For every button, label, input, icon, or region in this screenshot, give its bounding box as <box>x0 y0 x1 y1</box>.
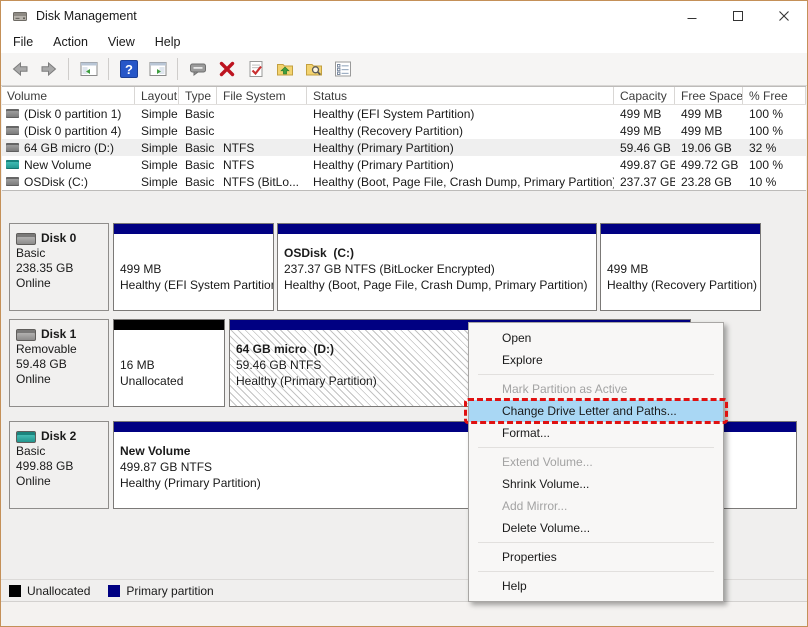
menu-item-extend-volume: Extend Volume... <box>502 455 593 469</box>
menu-separator <box>478 571 714 572</box>
help-icon[interactable]: ? <box>116 57 141 82</box>
folder-search-icon[interactable] <box>301 57 326 82</box>
column-header-volume[interactable]: Volume <box>2 87 135 104</box>
disk-icon <box>16 430 36 443</box>
primary-partition-band <box>278 224 596 234</box>
menu-item-properties[interactable]: Properties <box>469 546 723 568</box>
partition-efi-system[interactable]: 499 MB Healthy (EFI System Partition) <box>113 223 274 311</box>
disk0-label-panel[interactable]: Disk 0 Basic 238.35 GB Online <box>9 223 109 311</box>
menu-item-help[interactable]: Help <box>469 575 723 597</box>
primary-partition-swatch <box>108 584 121 597</box>
checklist-icon[interactable] <box>330 57 355 82</box>
toolbar: ? <box>1 53 807 86</box>
table-row-disk0-partition4[interactable]: (Disk 0 partition 4) Simple Basic Health… <box>2 122 806 139</box>
column-header-free-space[interactable]: Free Space <box>675 87 743 104</box>
menu-item-open[interactable]: Open <box>469 327 723 349</box>
window-title: Disk Management <box>36 9 137 23</box>
volume-icon <box>6 177 19 186</box>
menu-help[interactable]: Help <box>145 32 191 52</box>
column-header-capacity[interactable]: Capacity <box>614 87 675 104</box>
partition-osdisk-c[interactable]: OSDisk (C:) 237.37 GB NTFS (BitLocker En… <box>277 223 597 311</box>
disk-management-app-icon <box>12 8 28 24</box>
delete-icon[interactable] <box>214 57 239 82</box>
context-menu: Open Explore Mark Partition as Active Ch… <box>464 322 728 602</box>
action-pane-icon[interactable] <box>145 57 170 82</box>
disk-icon <box>16 232 36 245</box>
title-bar: Disk Management <box>1 1 807 31</box>
svg-text:?: ? <box>125 62 133 77</box>
check-document-icon[interactable] <box>243 57 268 82</box>
back-icon[interactable] <box>7 57 32 82</box>
unallocated-band <box>114 320 224 330</box>
menu-bar: File Action View Help <box>1 31 807 53</box>
menu-item-add-mirror: Add Mirror... <box>502 499 568 513</box>
volume-icon <box>6 126 19 135</box>
volume-icon <box>6 109 19 118</box>
status-bar <box>1 601 807 626</box>
menu-separator <box>478 542 714 543</box>
menu-separator <box>478 447 714 448</box>
forward-icon[interactable] <box>36 57 61 82</box>
menu-item-delete-volume[interactable]: Delete Volume... <box>469 517 723 539</box>
close-button[interactable] <box>761 1 807 31</box>
disk-management-window: Disk Management File Action View Help ? … <box>0 0 808 627</box>
tooltip-icon[interactable] <box>185 57 210 82</box>
menu-item-explore[interactable]: Explore <box>469 349 723 371</box>
toolbar-separator <box>177 58 178 80</box>
menu-item-format[interactable]: Format... <box>469 422 723 444</box>
unallocated-swatch <box>9 584 21 597</box>
column-header-status[interactable]: Status <box>307 87 614 104</box>
console-tree-icon[interactable] <box>76 57 101 82</box>
folder-up-icon[interactable] <box>272 57 297 82</box>
menu-separator <box>478 374 714 375</box>
legend-primary-label: Primary partition <box>126 583 214 598</box>
table-row-64gb-micro-d[interactable]: 64 GB micro (D:) Simple Basic NTFS Healt… <box>2 139 806 156</box>
volume-icon <box>6 143 19 152</box>
partition-unallocated[interactable]: 16 MB Unallocated <box>113 319 225 407</box>
menu-view[interactable]: View <box>98 32 145 52</box>
column-header-type[interactable]: Type <box>179 87 217 104</box>
column-header-file-system[interactable]: File System <box>217 87 307 104</box>
toolbar-separator <box>108 58 109 80</box>
column-header-layout[interactable]: Layout <box>135 87 179 104</box>
menu-item-mark-partition-active: Mark Partition as Active <box>502 382 628 396</box>
disk2-label-panel[interactable]: Disk 2 Basic 499.88 GB Online <box>9 421 109 509</box>
disk-row-0: Disk 0 Basic 238.35 GB Online 499 MB Hea… <box>9 223 797 311</box>
primary-partition-band <box>601 224 760 234</box>
menu-item-shrink-volume[interactable]: Shrink Volume... <box>469 473 723 495</box>
table-row-disk0-partition1[interactable]: (Disk 0 partition 1) Simple Basic Health… <box>2 105 806 122</box>
table-row-new-volume[interactable]: New Volume Simple Basic NTFS Healthy (Pr… <box>2 156 806 173</box>
disk-icon <box>16 328 36 341</box>
menu-item-change-drive-letter[interactable]: Change Drive Letter and Paths... <box>464 398 728 424</box>
volume-table-header: Volume Layout Type File System Status Ca… <box>2 87 806 105</box>
partition-recovery[interactable]: 499 MB Healthy (Recovery Partition) <box>600 223 761 311</box>
menu-action[interactable]: Action <box>43 32 98 52</box>
primary-partition-band <box>114 224 273 234</box>
toolbar-separator <box>68 58 69 80</box>
table-row-osdisk-c[interactable]: OSDisk (C:) Simple Basic NTFS (BitLo... … <box>2 173 806 190</box>
maximize-button[interactable] <box>715 1 761 31</box>
minimize-button[interactable] <box>669 1 715 31</box>
menu-file[interactable]: File <box>3 32 43 52</box>
legend-unallocated-label: Unallocated <box>27 583 91 598</box>
volume-list: Volume Layout Type File System Status Ca… <box>2 86 806 191</box>
disk1-label-panel[interactable]: Disk 1 Removable 59.48 GB Online <box>9 319 109 407</box>
column-header-pct-free[interactable]: % Free <box>743 87 806 104</box>
volume-icon <box>6 160 19 169</box>
